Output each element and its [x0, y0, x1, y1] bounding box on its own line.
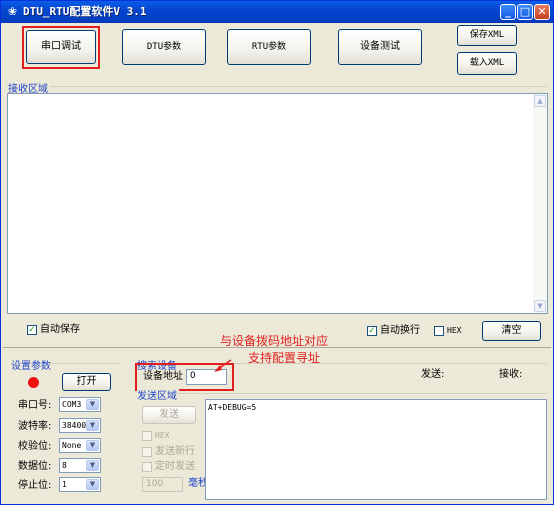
send-hex-label: HEX — [155, 431, 170, 440]
hex-checkbox[interactable] — [434, 326, 444, 336]
baud-select[interactable]: 38400 ▼ — [59, 418, 101, 433]
auto-wrap-checkbox[interactable]: ✓ — [367, 326, 377, 336]
send-hex-checkbox[interactable] — [142, 431, 152, 441]
send-textarea[interactable]: AT+DEBUG=5 — [205, 399, 547, 500]
scroll-up-icon[interactable]: ▲ — [534, 95, 546, 107]
databits-label: 数据位: — [18, 461, 52, 472]
title-bar[interactable]: ❀ DTU_RTU配置软件V 3.1 _ □ ✕ — [1, 1, 553, 23]
send-newline-checkbox[interactable] — [142, 447, 152, 457]
send-newline-label: 发送新行 — [155, 446, 195, 457]
receive-status-label: 接收: — [499, 369, 523, 380]
auto-wrap-label: 自动换行 — [380, 325, 420, 336]
save-xml-button[interactable]: 保存XML — [457, 25, 517, 46]
serial-debug-highlight — [22, 26, 100, 69]
scroll-down-icon[interactable]: ▼ — [534, 300, 546, 312]
parity-value: None — [62, 441, 82, 450]
stopbits-value: 1 — [62, 480, 67, 489]
auto-save-checkbox[interactable]: ✓ — [27, 325, 37, 335]
parity-select[interactable]: None ▼ — [59, 438, 101, 453]
receive-group-line — [7, 86, 547, 87]
port-label: 串口号: — [18, 400, 52, 411]
send-group-line — [177, 393, 547, 394]
parity-label: 校验位: — [18, 441, 52, 452]
dtu-params-button[interactable]: DTU参数 — [122, 29, 206, 65]
annotation-line1: 与设备拨码地址对应 — [220, 334, 329, 348]
hex-label: HEX — [447, 326, 462, 335]
chevron-down-icon[interactable]: ▼ — [86, 460, 99, 471]
load-xml-button[interactable]: 载入XML — [457, 52, 517, 75]
chevron-down-icon[interactable]: ▼ — [86, 440, 99, 451]
close-button[interactable]: ✕ — [534, 4, 550, 20]
send-content: AT+DEBUG=5 — [208, 403, 257, 412]
send-button[interactable]: 发送 — [142, 406, 196, 424]
chevron-down-icon[interactable]: ▼ — [86, 420, 99, 431]
window-title: DTU_RTU配置软件V 3.1 — [23, 5, 147, 18]
send-status-label: 发送: — [421, 369, 445, 380]
status-indicator — [28, 377, 39, 388]
timed-send-checkbox[interactable] — [142, 462, 152, 472]
chevron-down-icon[interactable]: ▼ — [86, 399, 99, 410]
clear-button[interactable]: 清空 — [482, 321, 541, 341]
open-port-button[interactable]: 打开 — [62, 373, 111, 391]
timed-send-label: 定时发送 — [155, 461, 195, 472]
baud-value: 38400 — [62, 421, 87, 430]
device-test-button[interactable]: 设备测试 — [338, 29, 422, 65]
baud-label: 波特率: — [18, 421, 52, 432]
settings-group-line — [49, 363, 121, 364]
rtu-params-button[interactable]: RTU参数 — [227, 29, 311, 65]
maximize-button[interactable]: □ — [517, 4, 533, 20]
auto-save-label: 自动保存 — [40, 324, 80, 335]
stopbits-label: 停止位: — [18, 480, 52, 491]
settings-group-label: 设置参数 — [11, 357, 53, 372]
app-icon: ❀ — [7, 5, 18, 18]
port-select[interactable]: COM3 ▼ — [59, 397, 101, 412]
send-group-label: 发送区域 — [137, 387, 179, 402]
databits-value: 8 — [62, 461, 67, 470]
annotation-line2: 支持配置寻址 — [248, 351, 321, 365]
port-value: COM3 — [62, 400, 82, 409]
receive-scrollbar[interactable]: ▲ ▼ — [533, 94, 547, 313]
minimize-button[interactable]: _ — [500, 4, 516, 20]
app-window: ❀ DTU_RTU配置软件V 3.1 _ □ ✕ 串口调试 DTU参数 RTU参… — [0, 0, 554, 505]
annotation-arrow-icon — [214, 359, 232, 372]
stopbits-select[interactable]: 1 ▼ — [59, 477, 101, 492]
chevron-down-icon[interactable]: ▼ — [86, 479, 99, 490]
databits-select[interactable]: 8 ▼ — [59, 458, 101, 473]
interval-input[interactable]: 100 — [142, 477, 183, 492]
receive-textarea[interactable]: ▲ ▼ — [7, 93, 548, 314]
